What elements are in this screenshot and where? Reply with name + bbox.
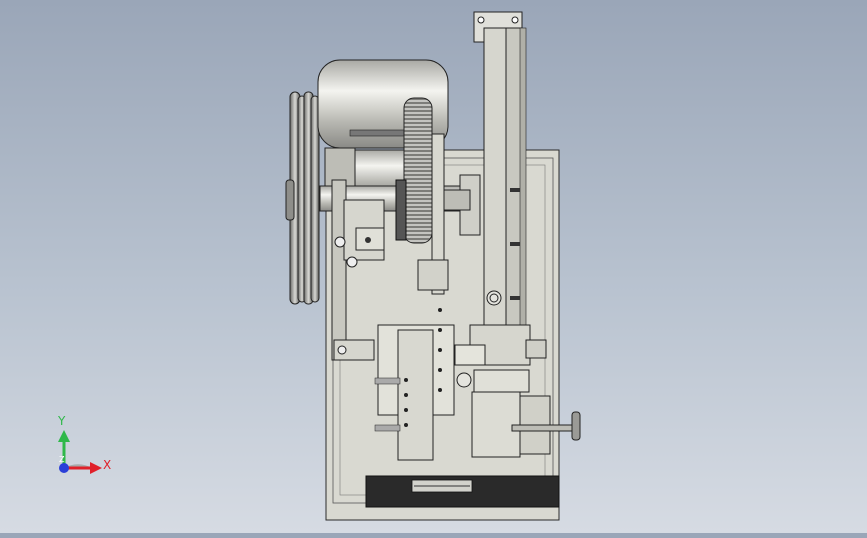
clamp-fixture	[454, 324, 581, 458]
cad-viewport[interactable]: Y X Z	[0, 0, 867, 533]
axis-triad	[58, 430, 102, 474]
z-axis-dot	[59, 463, 69, 473]
y-axis-label: Y	[58, 414, 66, 428]
v-belt-pulley	[285, 91, 320, 305]
y-axis-arrow	[58, 430, 70, 442]
x-axis-label: X	[103, 458, 112, 472]
z-axis-label: Z	[59, 455, 65, 464]
x-axis-arrow	[90, 462, 102, 474]
cad-model-drawing[interactable]	[0, 0, 867, 533]
bottom-drawer	[365, 475, 560, 508]
